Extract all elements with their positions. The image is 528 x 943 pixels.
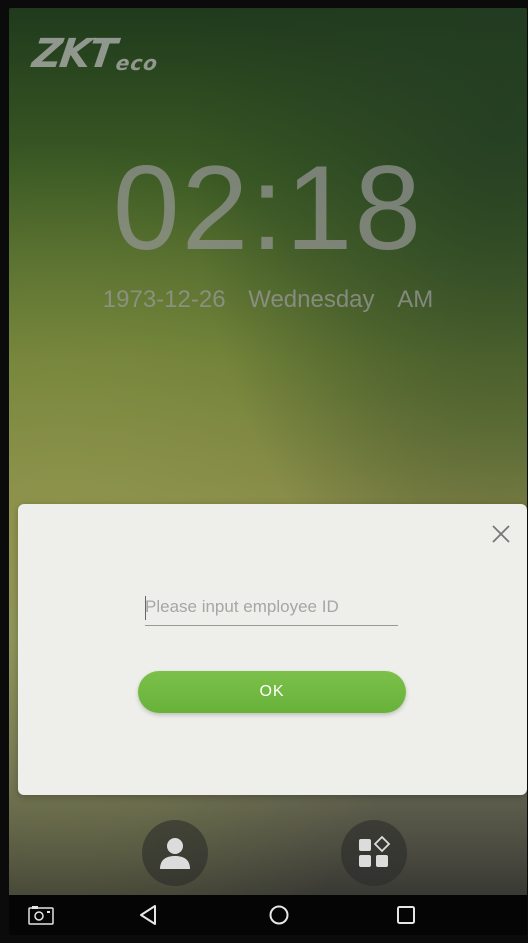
date-text: 1973-12-26 xyxy=(102,286,226,313)
logo-sub-text: eco xyxy=(114,51,161,75)
zkteco-logo: ZKT eco xyxy=(29,31,161,77)
user-icon xyxy=(160,838,190,869)
home-button[interactable] xyxy=(254,895,304,935)
app-menu-button[interactable] xyxy=(341,820,407,886)
employee-id-input[interactable] xyxy=(145,588,398,626)
back-button[interactable] xyxy=(123,895,173,935)
screenshot-icon xyxy=(28,906,54,925)
weekday-text: Wednesday xyxy=(248,286,375,313)
navigation-bar xyxy=(9,895,527,935)
recent-apps-button[interactable] xyxy=(381,895,431,935)
meridiem-text: AM xyxy=(397,286,434,313)
device-screen: ZKT eco 02:18 1973-12-26 Wednesday AM OK xyxy=(9,8,527,935)
employee-id-dialog: OK xyxy=(18,504,527,795)
close-icon xyxy=(492,525,510,543)
clock-time: 02:18 xyxy=(112,141,424,275)
recent-apps-icon xyxy=(397,906,415,924)
user-button[interactable] xyxy=(142,820,208,886)
home-icon xyxy=(269,905,289,925)
ok-button[interactable]: OK xyxy=(138,671,406,713)
screenshot-button[interactable] xyxy=(16,895,66,935)
back-icon xyxy=(140,905,156,925)
logo-main-text: ZKT xyxy=(29,31,118,77)
input-caret xyxy=(145,596,146,620)
app-menu-icon xyxy=(359,835,391,867)
date-row: 1973-12-26 Wednesday AM xyxy=(9,286,527,314)
close-button[interactable] xyxy=(487,520,515,548)
